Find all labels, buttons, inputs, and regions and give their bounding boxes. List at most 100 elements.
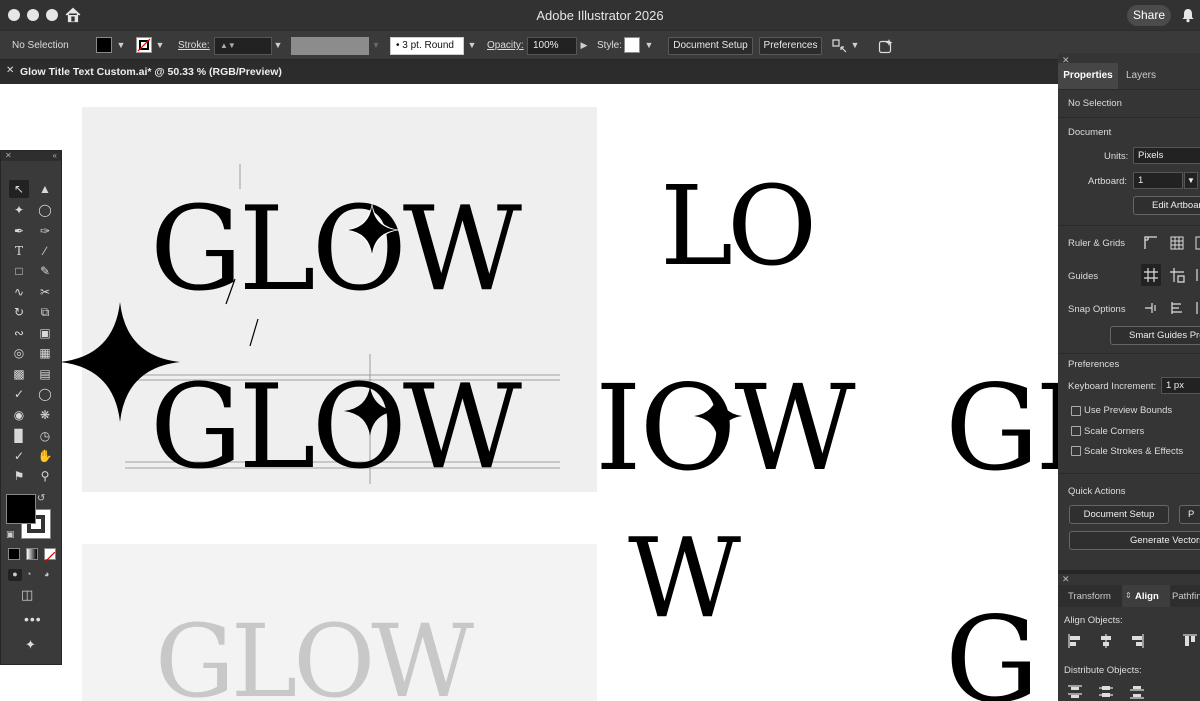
show-guides-icon[interactable]	[1143, 267, 1159, 283]
direct-selection-tool-icon[interactable]: ▲	[35, 180, 55, 198]
align-right-icon[interactable]	[1129, 633, 1145, 649]
pen-tool-icon[interactable]: ✒	[9, 222, 29, 240]
align-left-icon[interactable]	[1067, 633, 1083, 649]
magic-wand-tool-icon[interactable]: ✦	[9, 201, 29, 219]
none-mode-button[interactable]	[44, 548, 56, 563]
scissors-tool-icon[interactable]: ✂	[35, 283, 55, 301]
smart-guides-preferences-button[interactable]: Smart Guides Preferences	[1110, 326, 1200, 345]
align-top-icon[interactable]	[1182, 633, 1198, 649]
free-transform-tool-icon[interactable]: ▣	[35, 324, 55, 342]
default-colors-icon[interactable]: ▣	[6, 529, 15, 540]
artboard-chevron-down-icon[interactable]: ▼	[1184, 172, 1198, 189]
quick-document-setup-button[interactable]: Document Setup	[1069, 505, 1169, 524]
stroke-color-swatch[interactable]	[136, 37, 152, 53]
bell-icon[interactable]	[1180, 7, 1196, 23]
perspective-grid-tool-icon[interactable]: ▦	[35, 344, 55, 362]
tab-properties[interactable]: Properties	[1058, 63, 1118, 89]
brush-chevron-down-icon[interactable]: ▼	[466, 37, 478, 53]
lock-guides-icon[interactable]	[1169, 267, 1185, 283]
snap-to-pixel-icon[interactable]	[1169, 300, 1185, 316]
brush-definition-field[interactable]: • 3 pt. Round	[390, 37, 464, 55]
edit-toolbar-icon[interactable]: •••	[24, 611, 42, 627]
curvature-tool-icon[interactable]: ✑	[35, 222, 55, 240]
generative-expand-icon[interactable]	[878, 38, 894, 54]
distribute-top-icon[interactable]	[1067, 683, 1083, 699]
artboard-canvas[interactable]: GLOW GLOW GLOW LO IOW W GL G	[0, 84, 1058, 701]
share-button[interactable]: Share	[1127, 5, 1171, 26]
line-segment-tool-icon[interactable]: ∕	[35, 242, 55, 260]
distribute-bottom-icon[interactable]	[1129, 683, 1145, 699]
opacity-chevron-right-icon[interactable]: ▶	[578, 37, 590, 53]
draw-behind-icon[interactable]: ◔	[26, 569, 31, 579]
generate-vectors-button[interactable]: Generate Vectors	[1069, 531, 1200, 550]
collapse-tools-icon[interactable]: «	[53, 151, 57, 161]
close-tools-icon[interactable]: ✕	[5, 151, 12, 161]
keyboard-increment-field[interactable]: 1 px	[1161, 377, 1200, 394]
rotate-tool-icon[interactable]: ↻	[9, 303, 29, 321]
preferences-button[interactable]: Preferences	[759, 37, 822, 55]
tab-layers[interactable]: Layers	[1126, 63, 1156, 89]
mesh-tool-icon[interactable]: ▩	[9, 365, 29, 383]
tab-transform[interactable]: Transform	[1068, 591, 1111, 602]
quick-preferences-button[interactable]: P	[1179, 505, 1200, 524]
ruler-icon[interactable]	[1143, 235, 1159, 251]
gradient-tool-icon[interactable]: ▤	[35, 365, 55, 383]
screen-mode-icon[interactable]: ◫	[21, 587, 33, 603]
column-graph-tool-icon[interactable]: ▉	[9, 427, 29, 445]
blend-tool-icon[interactable]: ◉	[9, 406, 29, 424]
style-chevron-down-icon[interactable]: ▼	[643, 37, 655, 53]
scale-strokes-effects-checkbox[interactable]	[1071, 446, 1081, 456]
graphic-style-swatch[interactable]	[624, 37, 640, 53]
draw-inside-icon[interactable]: ◕	[44, 569, 49, 579]
arrange-chevron-down-icon[interactable]: ▼	[849, 37, 861, 53]
opacity-field[interactable]: 100%	[527, 37, 577, 55]
gradient-mode-button[interactable]	[26, 548, 38, 560]
eyedropper-tool-icon[interactable]: ✓	[9, 385, 29, 403]
warp-tool-icon[interactable]: ∾	[9, 324, 29, 342]
puppet-warp-tool-icon[interactable]: ⚑	[9, 467, 29, 485]
variable-width-profile[interactable]	[291, 37, 369, 55]
align-horizontal-center-icon[interactable]	[1098, 633, 1114, 649]
swap-colors-icon[interactable]: ↺	[37, 493, 45, 504]
draw-normal-icon[interactable]: ●	[8, 569, 22, 581]
edit-artboards-button[interactable]: Edit Artboards	[1133, 196, 1200, 215]
rectangle-tool-icon[interactable]: □	[9, 262, 29, 280]
grid-icon[interactable]	[1169, 235, 1185, 251]
generative-ai-icon[interactable]: ✦	[25, 637, 36, 653]
stroke-weight-chevron-down-icon[interactable]: ▼	[272, 37, 284, 53]
snap-to-point-icon[interactable]	[1143, 300, 1159, 316]
pixel-grid-icon[interactable]	[1194, 235, 1200, 251]
hand-tool-icon[interactable]: ✋	[35, 447, 55, 465]
lasso-tool-icon[interactable]: ◯	[35, 201, 55, 219]
tab-pathfinder[interactable]: Pathfinder	[1172, 591, 1200, 602]
close-tab-icon[interactable]: ✕	[6, 65, 14, 76]
selection-tool-icon[interactable]: ↖	[9, 180, 29, 198]
artboard-number-field[interactable]: 1	[1133, 172, 1183, 189]
units-select[interactable]: Pixels	[1133, 147, 1200, 164]
fill-chevron-down-icon[interactable]: ▼	[115, 37, 127, 53]
stroke-weight-field[interactable]: ▲▼	[214, 37, 272, 55]
document-tab-title[interactable]: Glow Title Text Custom.ai* @ 50.33 % (RG…	[20, 66, 282, 78]
smart-guides-icon[interactable]	[1194, 267, 1200, 283]
scale-tool-icon[interactable]: ⧉	[35, 303, 55, 321]
document-setup-button[interactable]: Document Setup	[668, 37, 753, 55]
stroke-label[interactable]: Stroke:	[178, 40, 210, 51]
fill-color-swatch[interactable]	[96, 37, 112, 53]
arrange-documents-icon[interactable]	[831, 38, 847, 54]
shaper-tool-icon[interactable]: ∿	[9, 283, 29, 301]
artboard-tool-icon[interactable]: ◷	[35, 427, 55, 445]
opacity-label[interactable]: Opacity:	[487, 40, 524, 51]
stroke-stepper-icon[interactable]: ▲▼	[220, 41, 236, 50]
distribute-vertical-center-icon[interactable]	[1098, 683, 1114, 699]
zoom-tool-icon[interactable]: ⚲	[35, 467, 55, 485]
slice-tool-icon[interactable]: ✓	[9, 447, 29, 465]
tools-panel-header[interactable]: ✕ «	[1, 151, 61, 161]
color-mode-button[interactable]	[8, 548, 20, 560]
shape-builder-tool-icon[interactable]: ◎	[9, 344, 29, 362]
tab-align[interactable]: Align	[1135, 591, 1159, 602]
type-tool-icon[interactable]: T	[9, 242, 29, 260]
symbol-sprayer-tool-icon[interactable]: ❋	[35, 406, 55, 424]
profile-chevron-down-icon[interactable]: ▼	[370, 37, 382, 53]
close-align-panel-icon[interactable]: ✕	[1062, 574, 1070, 585]
stroke-chevron-down-icon[interactable]: ▼	[154, 37, 166, 53]
